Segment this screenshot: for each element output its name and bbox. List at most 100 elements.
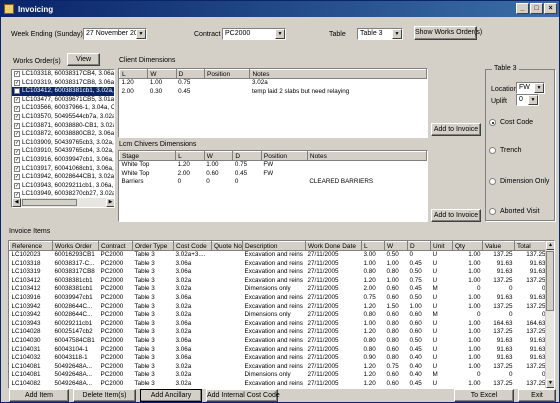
column-header[interactable]: Value	[482, 241, 515, 251]
table-row[interactable]: 2.00 0.30 0.45 temp laid 2 slabs but need r…	[120, 88, 427, 97]
column-header[interactable]: Cost Code	[173, 241, 212, 251]
radio-cost-code[interactable]: Cost Code	[489, 119, 533, 126]
table-row[interactable]: LC103319 60038317CB8 PC2000 Table 3 3.06a Exc…	[10, 268, 548, 277]
table-row[interactable]: LC104081 50492648A... PC2000 Table 3 3.02a Ex…	[10, 363, 548, 372]
column-header[interactable]: Quote No	[211, 241, 243, 251]
column-header[interactable]: L	[175, 151, 205, 161]
column-header[interactable]: Position	[203, 69, 251, 79]
checkbox[interactable]: ✓	[14, 165, 20, 172]
table-row[interactable]: LC103318 60038317-C... PC2000 Table 3 3.06a E…	[10, 260, 548, 269]
works-order-item[interactable]: ✓ LC103477, 60039671CB5, 3.01a+	[12, 96, 114, 105]
works-order-item[interactable]: ✓ LC103318, 60038317CB4, 3.06a,	[12, 70, 114, 79]
table-row[interactable]: LC104031 60043104-1 PC2000 Table 3 3.06a Exca…	[10, 346, 548, 355]
checkbox[interactable]: ✓	[14, 157, 20, 164]
column-header[interactable]: Unit	[430, 241, 453, 251]
table-row[interactable]: LC102023 60016293CB1 PC2000 Table 3 3.02a+3.…	[10, 251, 548, 260]
column-header[interactable]: D	[175, 69, 205, 79]
client-dimensions-grid[interactable]: L W D Position Notes 1.20 1.00 0.75 3.02a 2.00 0.…	[118, 68, 428, 138]
checkbox[interactable]: ✓	[14, 131, 20, 138]
checkbox[interactable]: ✓	[14, 105, 20, 112]
column-header[interactable]: Total	[514, 241, 548, 251]
table-row[interactable]: LC103942 60028644C... PC2000 Table 3 3.02a Di…	[10, 311, 548, 320]
view-button[interactable]: View	[67, 53, 100, 66]
checkbox[interactable]: ✓	[14, 191, 20, 198]
radio-indicator[interactable]	[489, 178, 496, 185]
to-excel-button[interactable]: To Excel	[454, 389, 514, 402]
works-order-item[interactable]: ✓ LC103909, 50439765cb3, 3.02a, C	[12, 139, 114, 148]
table-row[interactable]: LC103412 60038381cb1 PC2000 Table 3 3.02a Dim…	[10, 285, 548, 294]
scroll-up-icon[interactable]: ▲	[546, 241, 554, 250]
add-internal-cost-code-button[interactable]: Add Internal Cost Code	[206, 389, 280, 402]
location-select[interactable]: FW ▼	[516, 82, 545, 94]
checkbox[interactable]: ✓	[14, 122, 20, 129]
column-header[interactable]: W	[147, 69, 177, 79]
table-row[interactable]: 1.20 1.00 0.75 3.02a	[120, 79, 427, 88]
scroll-thumb[interactable]	[22, 199, 77, 206]
table-row[interactable]: LC103942 60028644C... PC2000 Table 3 3.02a Ex…	[10, 303, 548, 312]
table-row[interactable]: LC104082 50492648A... PC2000 Table 3 3.02a Ex…	[10, 380, 548, 388]
table-row[interactable]: LC103916 60039947cb1 PC2000 Table 3 3.06a Exc…	[10, 294, 548, 303]
works-order-item[interactable]: ✓ LC103910, 50439765cb4, 3.02a, C	[12, 147, 114, 156]
works-orders-list[interactable]: ✓ LC103318, 60038317CB4, 3.06a, ✓ LC103319,…	[11, 69, 115, 208]
table-select[interactable]: Table 3 ▼	[357, 28, 403, 40]
table-row[interactable]: Barriers 0 0 0 CLEARED BARRIERS	[120, 178, 427, 187]
column-header[interactable]: W	[203, 151, 234, 161]
checkbox[interactable]: ✓	[14, 97, 20, 104]
radio-aborted-visit[interactable]: Aborted Visit	[489, 208, 540, 215]
scroll-left-icon[interactable]: ◀	[12, 198, 21, 207]
lcm-dimensions-grid[interactable]: Stage L W D Position Notes White Top 1.20 1.00 0…	[118, 150, 428, 222]
chevron-down-icon[interactable]: ▼	[392, 29, 402, 39]
checkbox[interactable]: ✓	[14, 183, 20, 190]
radio-indicator[interactable]	[489, 119, 496, 126]
checkbox[interactable]: ✓	[14, 140, 20, 147]
table-row[interactable]: LC104028 60025147cb2 PC2000 Table 3 3.02a Exc…	[10, 328, 548, 337]
chevron-down-icon[interactable]: ▼	[136, 29, 146, 39]
works-orders-hscrollbar[interactable]: ◀ ▶	[12, 198, 114, 207]
table-row[interactable]: LC104081 50492648A... PC2000 Table 3 3.02a Di…	[10, 371, 548, 380]
works-order-item[interactable]: ✓ LC103871, 60038880-CB1, 3.02a,	[12, 122, 114, 131]
lcm-add-to-invoice-button[interactable]: Add to Invoice	[431, 209, 481, 222]
table-row[interactable]: LC104030 60047584CB1 PC2000 Table 3 3.06a Exc…	[10, 337, 548, 346]
works-order-item[interactable]: ✓ LC103942, 60028644CB1, 3.02a,	[12, 173, 114, 182]
radio-trench[interactable]: Trench	[489, 147, 522, 154]
client-add-to-invoice-button[interactable]: Add to Invoice	[431, 123, 481, 136]
works-order-item[interactable]: ✓ LC103916, 60039947cb1, 3.06a, C	[12, 156, 114, 165]
column-header[interactable]: D	[407, 241, 431, 251]
scroll-down-icon[interactable]: ▼	[546, 379, 554, 388]
checkbox[interactable]: ✓	[14, 174, 20, 181]
works-order-item[interactable]: ✓ LC103872, 60038880CB2, 3.06a,	[12, 130, 114, 139]
invoice-items-vscrollbar[interactable]: ▲ ▼	[545, 241, 554, 388]
radio-dimension-only[interactable]: Dimension Only	[489, 178, 549, 185]
radio-indicator[interactable]	[489, 147, 496, 154]
exit-button[interactable]: Exit	[518, 389, 556, 402]
close-button[interactable]: ×	[544, 3, 557, 14]
column-header[interactable]: Reference	[9, 241, 53, 251]
scroll-thumb[interactable]	[546, 251, 554, 311]
column-header[interactable]: Works Order	[52, 241, 99, 251]
table-row[interactable]: LC104032 60043118-1 PC2000 Table 3 3.06a Exca…	[10, 354, 548, 363]
works-order-item[interactable]: ✓ LC103319, 60038317CB8, 3.06a, C	[12, 79, 114, 88]
checkbox[interactable]: ✓	[14, 88, 20, 95]
column-header[interactable]: Order Type	[132, 241, 174, 251]
column-header[interactable]: Work Done Date	[305, 241, 362, 251]
chevron-down-icon[interactable]: ▼	[275, 29, 285, 39]
show-works-orders-button[interactable]: Show Works Order(s)	[414, 26, 482, 40]
delete-items-button[interactable]: Delete Item(s)	[73, 389, 136, 402]
works-order-item[interactable]: ✓ LC103917, 60041068cb1, 3.06a, C	[12, 165, 114, 174]
checkbox[interactable]: ✓	[14, 148, 20, 155]
table-row[interactable]: White Top 1.20 1.00 0.75 FW	[120, 161, 427, 170]
radio-indicator[interactable]	[489, 208, 496, 215]
uplift-select[interactable]: 0 ▼	[516, 94, 539, 106]
column-header[interactable]: Notes	[249, 69, 427, 79]
checkbox[interactable]: ✓	[14, 114, 20, 121]
column-header[interactable]: Qty	[452, 241, 483, 251]
table-row[interactable]: White Top 2.00 0.60 0.45 FW	[120, 170, 427, 179]
scroll-right-icon[interactable]: ▶	[106, 198, 114, 207]
minimize-button[interactable]: _	[516, 3, 529, 14]
column-header[interactable]: Description	[242, 241, 306, 251]
column-header[interactable]: Position	[260, 151, 308, 161]
week-ending-picker[interactable]: 27 November 2005 ▼	[83, 28, 147, 40]
checkbox[interactable]: ✓	[14, 79, 20, 86]
column-header[interactable]: W	[384, 241, 408, 251]
add-item-button[interactable]: Add Item	[9, 389, 69, 402]
